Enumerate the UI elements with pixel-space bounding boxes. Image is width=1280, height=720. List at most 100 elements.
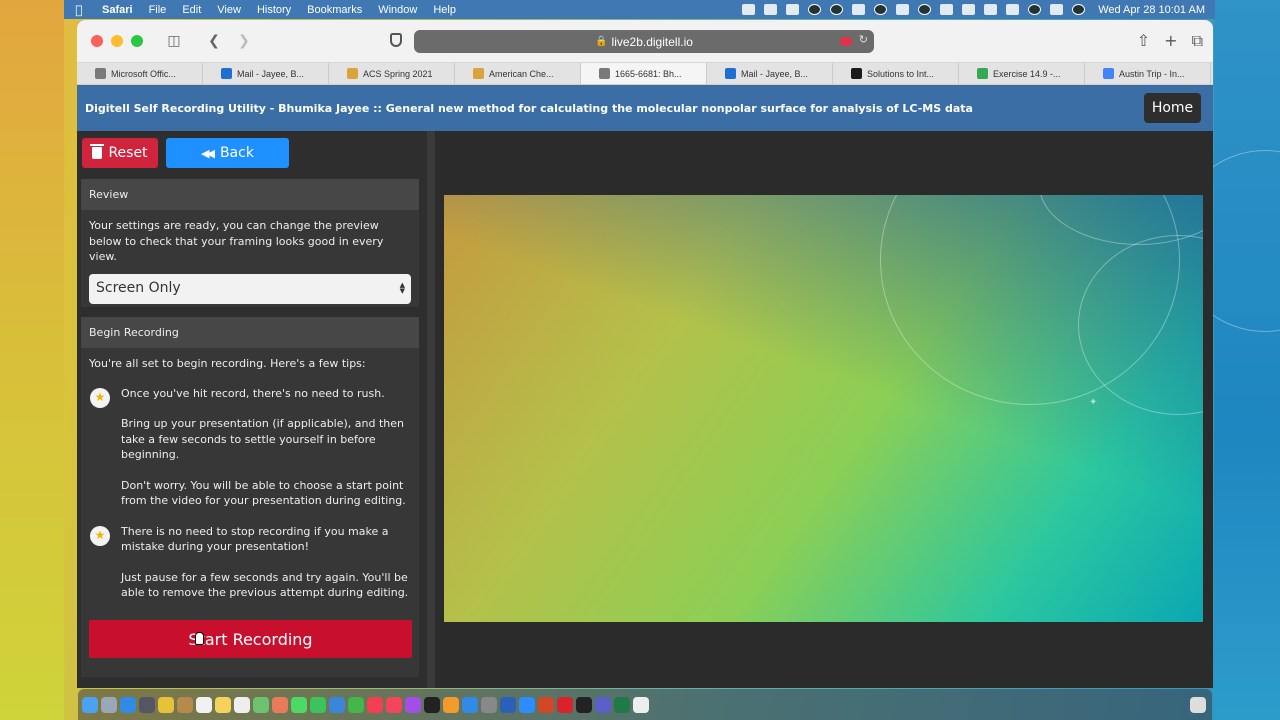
- menu-view[interactable]: View: [209, 4, 249, 16]
- news-icon[interactable]: [367, 696, 383, 713]
- browser-tab[interactable]: Solutions to Int...: [833, 63, 959, 84]
- panel-splitter[interactable]: [427, 131, 435, 688]
- spotlight-icon[interactable]: [1028, 4, 1042, 15]
- system-preferences-icon[interactable]: [481, 696, 497, 713]
- podcasts-icon[interactable]: [405, 696, 421, 713]
- reload-icon[interactable]: ↻: [859, 33, 868, 46]
- app-icon[interactable]: [177, 696, 193, 713]
- begin-intro: You're all set to begin recording. Here'…: [89, 357, 366, 370]
- facetime-icon[interactable]: [310, 696, 326, 713]
- browser-tab[interactable]: ACS Spring 2021: [329, 63, 455, 84]
- launchpad-icon[interactable]: [101, 696, 117, 713]
- app-status-icon[interactable]: [830, 4, 844, 15]
- mac-dock: [78, 689, 1212, 720]
- preview-view-select[interactable]: Screen Only ▲ ▼: [89, 273, 411, 304]
- menu-edit[interactable]: Edit: [174, 4, 209, 16]
- maps-icon[interactable]: [253, 696, 269, 713]
- tab-label: ACS Spring 2021: [363, 68, 433, 79]
- reset-button[interactable]: Reset: [82, 138, 158, 168]
- notes-icon[interactable]: [215, 696, 231, 713]
- app-icon[interactable]: [139, 696, 155, 713]
- new-tab-icon[interactable]: +: [1164, 31, 1177, 51]
- vpn-icon[interactable]: [918, 4, 932, 15]
- start-recording-label: Start Recording: [188, 629, 313, 649]
- music-icon[interactable]: [386, 696, 402, 713]
- keyboard-icon[interactable]: [896, 4, 910, 15]
- chrome-icon[interactable]: [158, 696, 174, 713]
- reminders-icon[interactable]: [234, 696, 250, 713]
- start-recording-button[interactable]: Start Recording: [89, 620, 412, 658]
- settings-icon[interactable]: [874, 4, 888, 15]
- tab-label: 1665-6681: Bh...: [615, 68, 682, 79]
- zoom-icon[interactable]: [519, 696, 535, 713]
- menu-bookmarks[interactable]: Bookmarks: [299, 4, 370, 16]
- tip-title: Once you've hit record, there's no need …: [121, 386, 385, 400]
- tab-favicon-icon: [95, 68, 106, 79]
- keynote-icon[interactable]: [329, 696, 345, 713]
- menu-file[interactable]: File: [141, 4, 175, 16]
- app-store-icon[interactable]: [462, 696, 478, 713]
- browser-window: ◫ ❮ ❯ 🔒 live2b.digitell.io ↻ ⇧ + ⧉ Micro…: [77, 20, 1213, 688]
- acrobat-icon[interactable]: [557, 696, 573, 713]
- trash-icon[interactable]: [1190, 696, 1206, 713]
- input-source-icon[interactable]: [962, 4, 976, 15]
- minimize-window-button[interactable]: [111, 35, 123, 47]
- menubar-clock[interactable]: Wed Apr 28 10:01 AM: [1098, 4, 1205, 16]
- app-header: Digitell Self Recording Utility - Bhumik…: [77, 85, 1213, 131]
- back-button[interactable]: ◀◀ Back: [166, 138, 289, 168]
- menu-window[interactable]: Window: [370, 4, 425, 16]
- privacy-shield-icon[interactable]: [390, 33, 402, 47]
- control-center-icon[interactable]: [1050, 4, 1064, 15]
- home-button[interactable]: Home: [1144, 93, 1201, 123]
- battery-icon[interactable]: [1006, 4, 1020, 15]
- browser-tab[interactable]: Austin Trip - In...: [1085, 63, 1211, 84]
- excel-icon[interactable]: [614, 696, 630, 713]
- siri-icon[interactable]: [1072, 4, 1086, 15]
- sidebar-toggle-icon[interactable]: ◫: [165, 33, 183, 49]
- sparkle-icon: ✦: [1089, 397, 1098, 408]
- browser-tab[interactable]: Mail - Jayee, B...: [707, 63, 833, 84]
- close-window-button[interactable]: [91, 35, 103, 47]
- apple-menu-icon[interactable]: : [64, 3, 94, 17]
- tab-label: Solutions to Int...: [867, 68, 935, 79]
- menubar-status-area: Wed Apr 28 10:01 AM: [742, 4, 1215, 16]
- photos-icon[interactable]: [272, 696, 288, 713]
- forward-nav-icon[interactable]: ❯: [235, 33, 253, 49]
- tab-overview-icon[interactable]: ⧉: [1192, 31, 1203, 51]
- tv-icon[interactable]: [424, 696, 440, 713]
- safari-icon[interactable]: [120, 696, 136, 713]
- zoom-window-button[interactable]: [131, 35, 143, 47]
- menu-app-name[interactable]: Safari: [94, 4, 141, 16]
- menu-help[interactable]: Help: [425, 4, 464, 16]
- address-bar[interactable]: 🔒 live2b.digitell.io ↻: [414, 30, 874, 53]
- browser-tab-active[interactable]: 1665-6681: Bh...: [581, 63, 707, 84]
- browser-tab[interactable]: Microsoft Offic...: [77, 63, 203, 84]
- messages-icon[interactable]: [291, 696, 307, 713]
- teams-icon[interactable]: [595, 696, 611, 713]
- tab-favicon-icon: [725, 68, 736, 79]
- camera-icon[interactable]: [764, 4, 778, 15]
- menu-history[interactable]: History: [249, 4, 299, 16]
- terminal-icon[interactable]: [576, 696, 592, 713]
- browser-tab[interactable]: Exercise 14.9 -...: [959, 63, 1085, 84]
- recording-indicator-icon[interactable]: [840, 37, 852, 46]
- powerpoint-icon[interactable]: [538, 696, 554, 713]
- share-icon[interactable]: ⇧: [1137, 31, 1150, 51]
- tab-label: Exercise 14.9 -...: [993, 68, 1061, 79]
- calendar-icon[interactable]: [196, 696, 212, 713]
- audio-icon[interactable]: [940, 4, 954, 15]
- numbers-icon[interactable]: [348, 696, 364, 713]
- browser-tab[interactable]: American Che...: [455, 63, 581, 84]
- sync-icon[interactable]: [808, 4, 822, 15]
- word-icon[interactable]: [500, 696, 516, 713]
- back-nav-icon[interactable]: ❮: [205, 33, 223, 49]
- bluetooth-icon[interactable]: [984, 4, 998, 15]
- finder-icon[interactable]: [82, 696, 98, 713]
- tab-bar: Microsoft Offic... Mail - Jayee, B... AC…: [77, 62, 1213, 85]
- malwarebytes-icon[interactable]: [852, 4, 866, 15]
- browser-tab[interactable]: Mail - Jayee, B...: [203, 63, 329, 84]
- app-icon[interactable]: [443, 696, 459, 713]
- app-icon[interactable]: [633, 696, 649, 713]
- dropbox-icon[interactable]: [786, 4, 800, 15]
- screen-mirror-icon[interactable]: [742, 4, 756, 15]
